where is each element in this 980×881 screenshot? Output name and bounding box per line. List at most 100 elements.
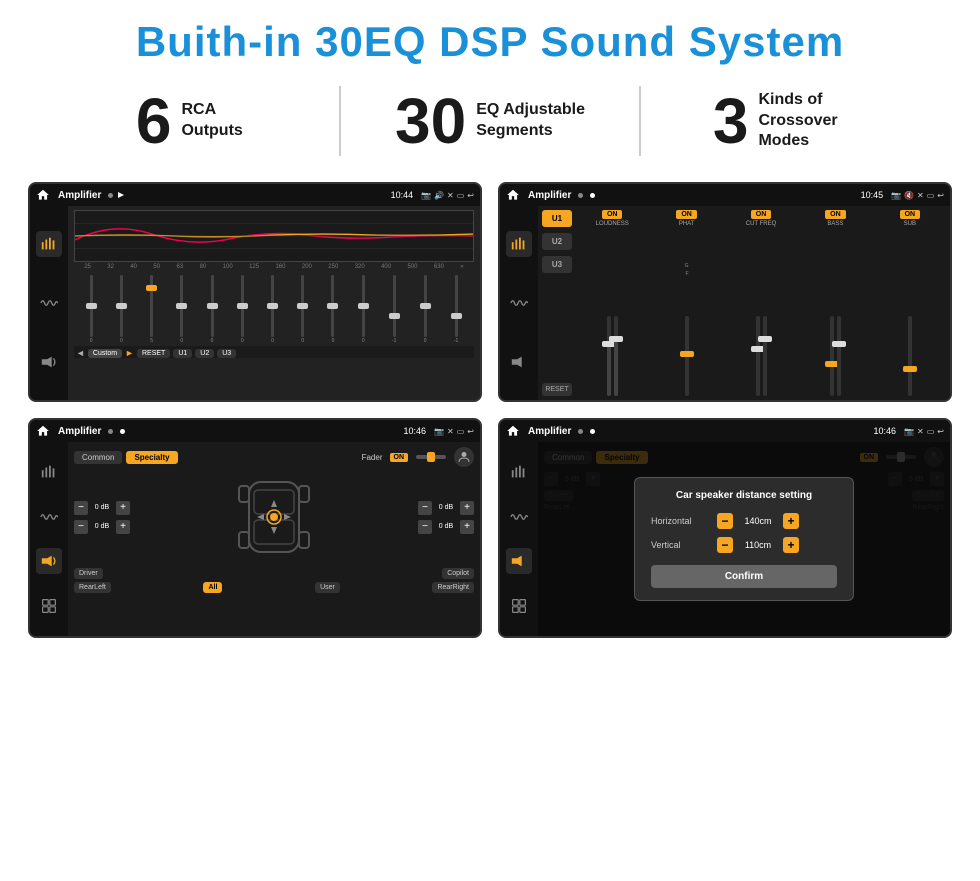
sub-slider1[interactable]	[908, 316, 912, 396]
eq-sidebar-vol[interactable]	[36, 349, 62, 375]
eq-graph	[74, 210, 474, 262]
loudness-slider2[interactable]	[614, 316, 618, 396]
slider-track-7[interactable]	[271, 275, 274, 337]
slider-track-10[interactable]	[362, 275, 365, 337]
status-icons-3: 📷 ✕ ▭ ↩	[434, 427, 474, 436]
phat-on[interactable]: ON	[676, 210, 697, 219]
dialog-sidebar-wave[interactable]	[506, 504, 532, 530]
slider-track-6[interactable]	[241, 275, 244, 337]
loudness-on[interactable]: ON	[602, 210, 623, 219]
cutfreq-slider1[interactable]	[756, 316, 760, 396]
horizontal-plus-btn[interactable]: +	[783, 513, 799, 529]
user-btn[interactable]: User	[315, 582, 340, 593]
tab-common[interactable]: Common	[74, 451, 122, 464]
slider-thumb-10	[358, 303, 369, 309]
slider-track-9[interactable]	[331, 275, 334, 337]
rv2-plus[interactable]: +	[460, 520, 474, 534]
dialog-sidebar-vol[interactable]	[506, 548, 532, 574]
slider-track-12[interactable]	[424, 275, 427, 337]
eq-preset-label[interactable]: Custom	[88, 349, 122, 358]
tab-specialty[interactable]: Specialty	[126, 451, 177, 464]
slider-track-4[interactable]	[180, 275, 183, 337]
eq-play-btn[interactable]: ►	[125, 348, 134, 358]
eq-u2-btn[interactable]: U2	[195, 349, 214, 358]
person-icon[interactable]	[454, 447, 474, 467]
bass-on[interactable]: ON	[825, 210, 846, 219]
slider-track-8[interactable]	[301, 275, 304, 337]
car-graphic	[134, 472, 414, 562]
fader-sidebar-expand[interactable]	[36, 593, 62, 619]
dialog-sidebar-expand[interactable]	[506, 593, 532, 619]
lv2-plus[interactable]: +	[116, 520, 130, 534]
u3-btn[interactable]: U3	[542, 256, 572, 273]
rv1-plus[interactable]: +	[460, 501, 474, 515]
cross-u-buttons: U1 U2 U3 RESET	[542, 210, 572, 396]
camera-icon-4: 📷	[904, 427, 914, 436]
rearleft-btn[interactable]: RearLeft	[74, 582, 111, 593]
slider-track-5[interactable]	[211, 275, 214, 337]
loudness-slider1[interactable]	[607, 316, 611, 396]
slider-track-13[interactable]	[455, 275, 458, 337]
slider-thumb-1	[86, 303, 97, 309]
bass-slider2[interactable]	[837, 316, 841, 396]
horizontal-minus-btn[interactable]: −	[717, 513, 733, 529]
slider-track-1[interactable]	[90, 275, 93, 337]
slider-track-3[interactable]	[150, 275, 153, 337]
eq-reset-btn[interactable]: RESET	[137, 349, 170, 358]
expand-icon[interactable]: »	[460, 264, 463, 270]
freq-63: 63	[177, 264, 184, 270]
slider-thumb-5	[207, 303, 218, 309]
dialog-sidebar-eq[interactable]	[506, 459, 532, 485]
lv1-minus[interactable]: −	[74, 501, 88, 515]
fader-sidebar-eq[interactable]	[36, 459, 62, 485]
vertical-minus-btn[interactable]: −	[717, 537, 733, 553]
copilot-btn[interactable]: Copilot	[442, 568, 474, 579]
cutfreq-on[interactable]: ON	[751, 210, 772, 219]
slider-thumb-2	[116, 303, 127, 309]
all-btn[interactable]: All	[203, 582, 222, 593]
slider-track-2[interactable]	[120, 275, 123, 337]
rv1-minus[interactable]: −	[418, 501, 432, 515]
slider-val-8: 0	[301, 338, 304, 344]
bass-label: BASS	[827, 221, 843, 227]
rv2-minus[interactable]: −	[418, 520, 432, 534]
lv2-minus[interactable]: −	[74, 520, 88, 534]
slider-col-9: 0	[331, 275, 334, 344]
fader-on[interactable]: ON	[390, 453, 409, 462]
eq-u1-btn[interactable]: U1	[173, 349, 192, 358]
lv1-plus[interactable]: +	[116, 501, 130, 515]
eq-sidebar-eq[interactable]	[36, 231, 62, 257]
eq-u3-btn[interactable]: U3	[217, 349, 236, 358]
vertical-plus-btn[interactable]: +	[783, 537, 799, 553]
freq-160: 160	[275, 264, 285, 270]
status-icons-1: 📷 🔊 ✕ ▭ ↩	[421, 191, 474, 200]
fader-hslider[interactable]	[416, 455, 446, 459]
eq-bottom-bar: ◄ Custom ► RESET U1 U2 U3	[74, 346, 474, 358]
battery-icon-4: ▭	[927, 427, 935, 436]
slider-track-11[interactable]	[393, 275, 396, 337]
cross-sidebar-vol[interactable]	[506, 349, 532, 375]
bass-slider1[interactable]	[830, 316, 834, 396]
cross-sidebar-wave[interactable]	[506, 290, 532, 316]
confirm-button[interactable]: Confirm	[651, 565, 837, 588]
cross-reset-btn[interactable]: RESET	[542, 383, 572, 396]
u1-btn[interactable]: U1	[542, 210, 572, 227]
slider-thumb-7	[267, 303, 278, 309]
sub-on[interactable]: ON	[900, 210, 921, 219]
phat-slider1[interactable]	[685, 316, 689, 396]
driver-btn[interactable]: Driver	[74, 568, 103, 579]
slider-col-12: 0	[424, 275, 427, 344]
slider-col-10: 0	[362, 275, 365, 344]
cutfreq-label: CUT FREQ	[746, 221, 777, 227]
stat-divider-2	[639, 86, 641, 156]
eq-prev[interactable]: ◄	[76, 348, 85, 358]
u2-btn[interactable]: U2	[542, 233, 572, 250]
rearright-btn[interactable]: RearRight	[432, 582, 474, 593]
home-icon	[36, 188, 50, 202]
fader-sidebar-wave[interactable]	[36, 504, 62, 530]
fader-sidebar-vol[interactable]	[36, 548, 62, 574]
screen1-time: 10:44	[391, 190, 414, 200]
eq-sidebar-wave[interactable]	[36, 290, 62, 316]
cross-sidebar-eq[interactable]	[506, 231, 532, 257]
cutfreq-slider2[interactable]	[763, 316, 767, 396]
